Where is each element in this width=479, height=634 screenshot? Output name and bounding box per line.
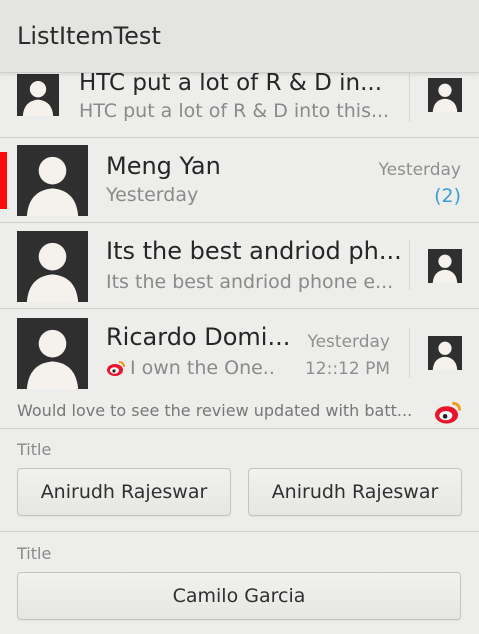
divider	[0, 531, 479, 532]
divider	[0, 428, 479, 429]
person-avatar-icon	[17, 231, 88, 302]
unread-count: (2)	[434, 185, 461, 207]
item-title: Ricardo Domi...	[106, 323, 291, 351]
person-thumb-icon[interactable]	[428, 78, 462, 112]
item-subtitle: Yesterday	[106, 184, 199, 206]
item-title: HTC put a lot of R & D in...	[79, 70, 383, 96]
item-divider	[409, 240, 410, 290]
section-label: Title	[17, 544, 52, 563]
unread-indicator	[0, 152, 7, 209]
person-thumb-icon[interactable]	[428, 336, 462, 370]
section-label: Title	[17, 440, 52, 459]
item-subtitle: HTC put a lot of R & D into this...	[79, 100, 390, 122]
person-avatar-icon	[17, 74, 59, 116]
item-subtitle: Its the best andriod phone e...	[106, 271, 394, 293]
item-time: Yesterday	[378, 160, 461, 180]
item-divider	[409, 328, 410, 378]
person-avatar-icon	[17, 145, 88, 216]
person-avatar-icon	[17, 318, 88, 389]
item-subtitle: I own the One..	[130, 357, 275, 379]
list-item[interactable]: Meng Yan Yesterday Yesterday (2)	[0, 137, 479, 223]
item-time: Yesterday	[307, 332, 390, 352]
weibo-icon	[435, 401, 461, 424]
item-title: Meng Yan	[106, 152, 221, 180]
item-title: Its the best andriod ph...	[106, 237, 402, 265]
item-footer-text: Would love to see the review updated wit…	[17, 401, 413, 420]
title-bar: ListItemTest	[0, 0, 479, 73]
app-title: ListItemTest	[17, 22, 161, 50]
person-thumb-icon[interactable]	[428, 249, 462, 283]
weibo-icon	[107, 361, 125, 376]
item-time-detail: 12::12 PM	[304, 359, 390, 379]
contact-button[interactable]: Anirudh Rajeswar	[17, 468, 231, 516]
contact-button[interactable]: Camilo Garcia	[17, 572, 461, 620]
item-divider	[409, 66, 410, 122]
list-item[interactable]: Its the best andriod ph... Its the best …	[0, 222, 479, 309]
list-item[interactable]: Ricardo Domi... I own the One.. Yesterda…	[0, 308, 479, 394]
contact-button[interactable]: Anirudh Rajeswar	[248, 468, 462, 516]
